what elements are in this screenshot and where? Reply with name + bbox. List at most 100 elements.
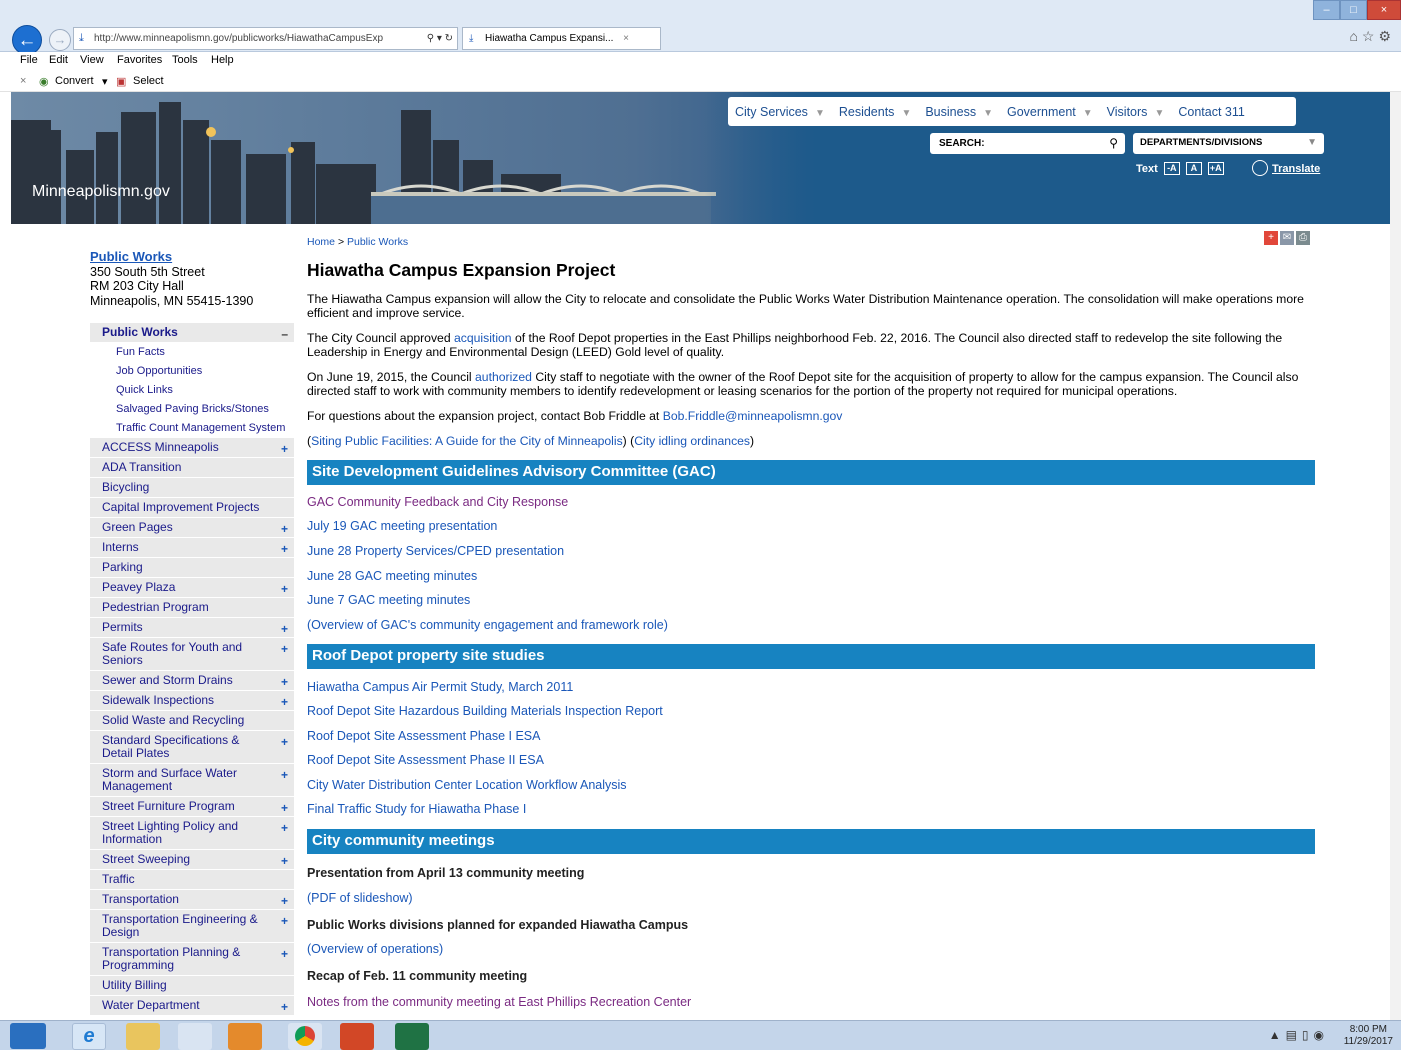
study-link[interactable]: Roof Depot Site Assessment Phase II ESA: [307, 753, 544, 767]
expand-icon[interactable]: +: [281, 443, 288, 456]
idling-ordinances-link[interactable]: City idling ordinances: [634, 434, 750, 448]
home-favorites-settings-icon[interactable]: ⌂☆⚙: [1349, 28, 1395, 45]
sidebar-item-public-works[interactable]: Public Works –: [90, 323, 294, 343]
sidebar-item[interactable]: Sidewalk Inspections +: [90, 691, 294, 711]
sidebar-item[interactable]: Utility Billing: [90, 976, 294, 996]
study-link[interactable]: Final Traffic Study for Hiawatha Phase I: [307, 802, 526, 816]
share-plus-icon[interactable]: +: [1264, 231, 1278, 245]
meeting-notes-link[interactable]: Notes from the community meeting at East…: [307, 995, 691, 1009]
sidebar-item-label[interactable]: Parking: [102, 560, 143, 574]
sidebar-subitem[interactable]: Salvaged Paving Bricks/Stones: [90, 400, 294, 419]
start-button[interactable]: [10, 1023, 46, 1049]
sidebar-item[interactable]: Peavey Plaza +: [90, 578, 294, 598]
menu-file[interactable]: File: [20, 54, 38, 66]
email-link[interactable]: Bob.Friddle@minneapolismn.gov: [663, 409, 843, 423]
sidebar-item[interactable]: Bicycling: [90, 478, 294, 498]
sidebar-item[interactable]: ADA Transition: [90, 458, 294, 478]
sidebar-item[interactable]: Transportation +: [90, 890, 294, 910]
sidebar-item-label[interactable]: Peavey Plaza: [102, 580, 175, 594]
sidebar-item-label[interactable]: Street Lighting Policy and Information: [102, 819, 238, 846]
sidebar-item-label[interactable]: ADA Transition: [102, 460, 181, 474]
gac-link[interactable]: June 28 Property Services/CPED presentat…: [307, 544, 564, 558]
select-button[interactable]: Select: [133, 75, 164, 87]
sidebar-item[interactable]: Transportation Engineering & Design +: [90, 910, 294, 943]
media-player-icon[interactable]: [178, 1023, 212, 1050]
expand-icon[interactable]: +: [281, 736, 288, 749]
sidebar-item[interactable]: Traffic: [90, 870, 294, 890]
maximize-button[interactable]: □: [1340, 0, 1367, 20]
sidebar-item-label[interactable]: Public Works: [102, 325, 178, 339]
search-input[interactable]: SEARCH: ⚲: [930, 133, 1125, 154]
sidebar-item-label[interactable]: Water Department: [102, 998, 200, 1012]
expand-icon[interactable]: +: [281, 1001, 288, 1014]
sidebar-item[interactable]: Transportation Planning & Programming +: [90, 943, 294, 976]
expand-icon[interactable]: +: [281, 523, 288, 536]
gac-link[interactable]: GAC Community Feedback and City Response: [307, 495, 568, 509]
sidebar-item[interactable]: Green Pages +: [90, 518, 294, 538]
sidebar-subitem-link[interactable]: Fun Facts: [116, 346, 165, 358]
sidebar-item-label[interactable]: Sewer and Storm Drains: [102, 673, 233, 687]
collapse-icon[interactable]: –: [281, 328, 288, 341]
sidebar-item[interactable]: ACCESS Minneapolis +: [90, 438, 294, 458]
excel-icon[interactable]: [395, 1023, 429, 1050]
print-icon[interactable]: ⎙: [1296, 231, 1310, 245]
page-scrollbar[interactable]: [1390, 92, 1401, 1020]
study-link[interactable]: Roof Depot Site Assessment Phase I ESA: [307, 729, 540, 743]
sidebar-title-link[interactable]: Public Works: [90, 249, 300, 265]
expand-icon[interactable]: +: [281, 676, 288, 689]
sidebar-item-label[interactable]: ACCESS Minneapolis: [102, 440, 219, 454]
system-tray-icon[interactable]: ▲▤▯◉: [1269, 1028, 1329, 1042]
text-larger-button[interactable]: +A: [1207, 162, 1224, 175]
convert-dropdown-icon[interactable]: ▾: [102, 75, 108, 88]
breadcrumb-home[interactable]: Home: [307, 236, 335, 248]
sidebar-subitem[interactable]: Quick Links: [90, 381, 294, 400]
gac-link[interactable]: (Overview of GAC's community engagement …: [307, 618, 668, 632]
authorized-link[interactable]: authorized: [475, 370, 535, 384]
sidebar-item-label[interactable]: Capital Improvement Projects: [102, 500, 259, 514]
translate-link[interactable]: Translate: [1252, 160, 1320, 176]
sidebar-item-label[interactable]: Storm and Surface Water Management: [102, 766, 237, 793]
sidebar-item[interactable]: Parking: [90, 558, 294, 578]
sidebar-item-label[interactable]: Utility Billing: [102, 978, 167, 992]
expand-icon[interactable]: +: [281, 583, 288, 596]
browser-tab[interactable]: ⤓ Hiawatha Campus Expansi... ×: [462, 27, 661, 50]
expand-icon[interactable]: +: [281, 623, 288, 636]
sidebar-item-label[interactable]: Transportation Planning & Programming: [102, 945, 240, 972]
search-refresh-icon[interactable]: ⚲ ▾ ↻: [422, 28, 453, 49]
sidebar-item-label[interactable]: Interns: [102, 540, 139, 554]
sidebar-item-label[interactable]: Transportation: [102, 892, 179, 906]
nav-government[interactable]: Government ▼: [1007, 105, 1093, 119]
sidebar-subitem-link[interactable]: Traffic Count Management System: [116, 422, 285, 434]
expand-icon[interactable]: +: [281, 696, 288, 709]
powerpoint-icon[interactable]: [340, 1023, 374, 1050]
sidebar-item[interactable]: Pedestrian Program: [90, 598, 294, 618]
taskbar-clock[interactable]: 8:00 PM 11/29/2017: [1344, 1024, 1393, 1048]
sidebar-item-label[interactable]: Bicycling: [102, 480, 149, 494]
acquisition-link[interactable]: acquisition: [454, 331, 512, 345]
gac-link[interactable]: June 28 GAC meeting minutes: [307, 569, 477, 583]
sidebar-item[interactable]: Storm and Surface Water Management +: [90, 764, 294, 797]
sidebar-item[interactable]: Interns +: [90, 538, 294, 558]
sidebar-subitem[interactable]: Traffic Count Management System: [90, 419, 294, 438]
outlook-icon[interactable]: [228, 1023, 262, 1050]
convert-button[interactable]: Convert: [55, 75, 94, 87]
sidebar-item-label[interactable]: Pedestrian Program: [102, 600, 209, 614]
sidebar-subitem-link[interactable]: Job Opportunities: [116, 365, 202, 377]
menu-edit[interactable]: Edit: [49, 54, 68, 66]
sidebar-item[interactable]: Sewer and Storm Drains +: [90, 671, 294, 691]
expand-icon[interactable]: +: [281, 948, 288, 961]
sidebar-subitem-link[interactable]: Salvaged Paving Bricks/Stones: [116, 403, 269, 415]
study-link[interactable]: Hiawatha Campus Air Permit Study, March …: [307, 680, 573, 694]
sidebar-item[interactable]: Permits +: [90, 618, 294, 638]
forward-button[interactable]: →: [49, 29, 71, 51]
study-link[interactable]: Roof Depot Site Hazardous Building Mater…: [307, 704, 663, 718]
sidebar-item-label[interactable]: Sidewalk Inspections: [102, 693, 214, 707]
menu-view[interactable]: View: [80, 54, 104, 66]
menu-favorites[interactable]: Favorites: [117, 54, 162, 66]
menu-tools[interactable]: Tools: [172, 54, 198, 66]
address-bar[interactable]: ⤓ http://www.minneapolismn.gov/publicwor…: [73, 27, 458, 50]
sidebar-item-label[interactable]: Permits: [102, 620, 143, 634]
breadcrumb-public-works[interactable]: Public Works: [347, 236, 408, 248]
expand-icon[interactable]: +: [281, 543, 288, 556]
sidebar-item-label[interactable]: Solid Waste and Recycling: [102, 713, 244, 727]
